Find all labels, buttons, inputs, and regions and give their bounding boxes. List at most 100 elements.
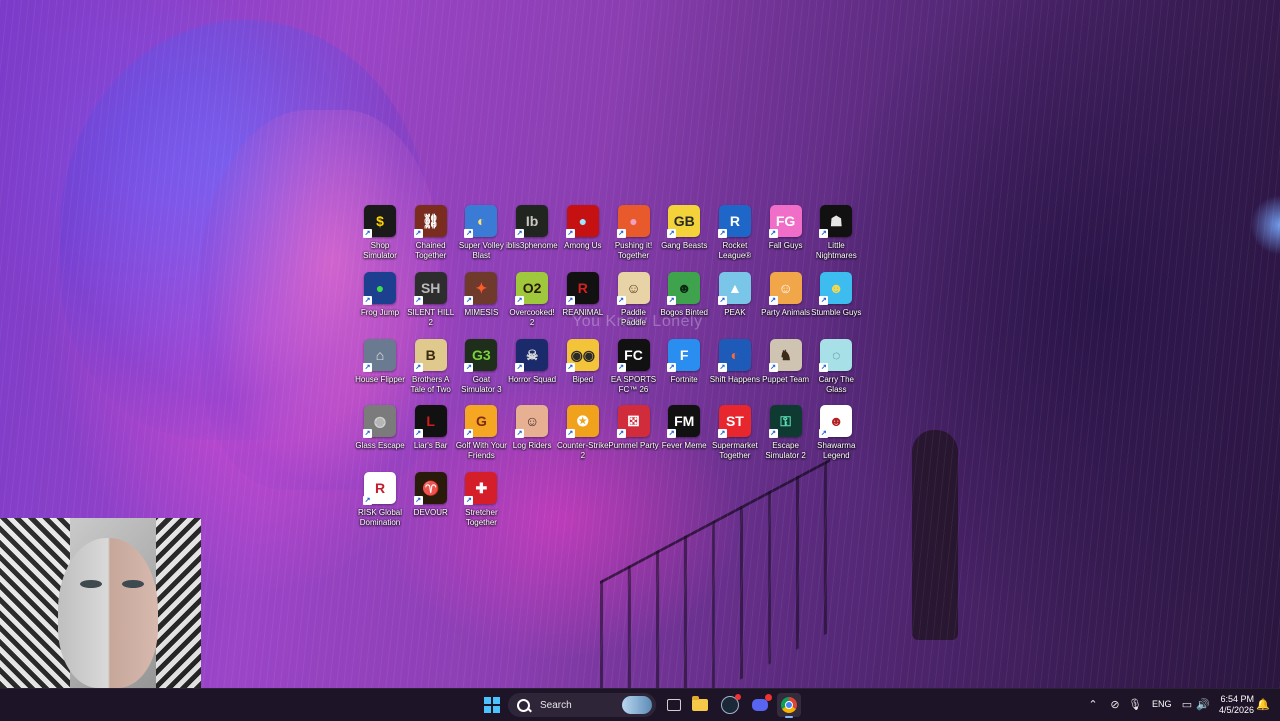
desktop-icon[interactable]: ● ↗ Frog Jump <box>354 271 406 318</box>
shortcut-arrow-icon: ↗ <box>616 362 626 372</box>
fortnite-icon: F ↗ <box>667 338 701 372</box>
shortcut-arrow-icon: ↗ <box>363 496 372 506</box>
dog-icon: ☺ ↗ <box>768 271 802 305</box>
desktop-icon[interactable]: ☻ ↗ Shawarma Legend <box>810 405 862 461</box>
webcam-eye-left <box>80 580 102 588</box>
shortcut-arrow-icon: ↗ <box>515 362 525 372</box>
desktop-icon-label: Golf With Your Friends <box>455 441 507 461</box>
desktop-icon[interactable]: G ↗ Golf With Your Friends <box>455 405 507 461</box>
desktop-icon-label: Counter-Strike 2 <box>557 441 609 461</box>
rocket-league-icon: R ↗ <box>717 205 751 238</box>
shortcut-arrow-icon: ↗ <box>464 295 474 305</box>
fall-guys-icon: FG ↗ <box>768 205 802 238</box>
shortcut-arrow-icon: ↗ <box>363 295 372 305</box>
shortcut-arrow-icon: ↗ <box>413 429 423 439</box>
desktop-icon[interactable]: O2 ↗ Overcooked! 2 <box>506 271 558 328</box>
microphone-icon[interactable]: 🎙 <box>1128 698 1142 712</box>
shortcut-arrow-icon: ↗ <box>565 429 575 439</box>
desktop-icon[interactable]: B↗Brothers A Tale of Two Sons <box>405 338 457 395</box>
desktop-icon[interactable]: F ↗ Fortnite <box>658 338 710 385</box>
desktop-icon[interactable]: ● ↗ Pushing it! Together <box>608 205 660 261</box>
devour-icon: ♈ ↗ <box>413 472 447 506</box>
desktop-icon[interactable]: ◌ ↗ Carry The Glass <box>810 338 862 395</box>
volume-icon[interactable]: 🔊 <box>1196 698 1210 712</box>
desktop-icon[interactable]: ☺ ↗ Paddle Paddle <box>608 271 660 328</box>
desktop-icon-label: Super Volley Blast <box>458 241 504 260</box>
crewmate-icon: ● ↗ <box>565 205 599 238</box>
desktop-icon[interactable]: FG ↗ Fall Guys <box>760 205 812 251</box>
desktop-icon[interactable]: ✪ ↗ Counter-Strike 2 <box>557 405 609 461</box>
show-hidden-icons-chevron-icon[interactable]: ⌃ <box>1086 698 1100 712</box>
desktop-icon[interactable]: ♞ ↗ Puppet Team <box>760 338 812 385</box>
desktop-icon[interactable]: SH ↗ SILENT HILL 2 <box>405 271 457 328</box>
task-view-button[interactable] <box>662 693 686 717</box>
desktop-icon[interactable]: ⌂ ↗ House Flipper <box>354 338 406 385</box>
desktop-icon-label: MIMESIS <box>464 307 499 317</box>
desktop-icon[interactable]: ☺ ↗ Party Animals <box>760 271 812 318</box>
desktop-icon[interactable]: R ↗ RISK Global Domination <box>354 472 406 528</box>
desktop-icon[interactable]: $ ↗ Shop Simulator <box>354 205 406 261</box>
file-explorer-button[interactable] <box>688 693 712 717</box>
desktop-icon[interactable]: ● ↗ Among Us <box>557 205 609 251</box>
desktop-icon[interactable]: FC ↗ EA SPORTS FC™ 26 <box>608 338 660 395</box>
system-clock[interactable]: 6:54 PM 4/5/2026 <box>1214 694 1254 716</box>
network-off-icon[interactable]: ⊘ <box>1108 698 1122 712</box>
desktop-icon[interactable]: ☺ ↗ Log Riders <box>506 405 558 451</box>
golf-icon: G ↗ <box>464 405 498 439</box>
network-icon[interactable]: ▭ <box>1180 698 1194 712</box>
desktop-icon[interactable]: Ib↗ iblis3phenomenon <box>506 205 558 251</box>
desktop-icon-label: Party Animals <box>761 307 811 317</box>
desktop-icon[interactable]: ◐ ↗ Super Volley Blast <box>455 205 507 261</box>
desktop-icon[interactable]: ✚ ↗ Stretcher Together <box>455 472 507 528</box>
desktop-icon[interactable]: ☻ ↗ Bogos Binted <box>658 271 710 318</box>
chrome-icon <box>781 697 797 713</box>
mimesis-icon: ✦ ↗ <box>464 271 498 305</box>
desktop-icon[interactable]: ▲ ↗ PEAK <box>709 271 761 318</box>
desktop-icon-label: Carry The Glass <box>818 374 854 394</box>
desktop-icon[interactable]: ◍ ↗ Glass Escape <box>354 405 406 451</box>
language-indicator[interactable]: ENG <box>1152 699 1172 709</box>
desktop-icon[interactable]: R ↗ REANIMAL <box>557 271 609 318</box>
desktop-icon[interactable]: ☻ ↗ Stumble Guys <box>810 271 862 318</box>
desktop-icon[interactable]: ST ↗ Supermarket Together <box>709 405 761 461</box>
desktop-icon-label: DEVOUR <box>413 508 448 518</box>
desktop-icon[interactable]: ♈ ↗ DEVOUR <box>405 472 457 518</box>
shortcut-arrow-icon: ↗ <box>717 362 727 372</box>
desktop-icon[interactable]: GB ↗ Gang Beasts <box>658 205 710 251</box>
steam-button[interactable] <box>718 693 742 717</box>
shortcut-arrow-icon: ↗ <box>363 229 372 238</box>
notification-bell-icon[interactable]: 🔔 <box>1256 698 1270 712</box>
start-button[interactable] <box>480 693 504 717</box>
desktop-icon[interactable]: L ↗ Liar's Bar <box>405 405 457 451</box>
notification-badge <box>765 694 772 701</box>
desktop-icon[interactable]: R ↗ Rocket League® <box>709 205 761 261</box>
desktop-icon-label: Log Riders <box>512 441 552 451</box>
shortcut-arrow-icon: ↗ <box>768 429 778 439</box>
notification-badge <box>735 694 741 700</box>
desktop-icon[interactable]: ⛓ ↗ Chained Together <box>405 205 457 261</box>
desktop-icon[interactable]: G3 ↗ Goat Simulator 3 <box>455 338 507 395</box>
desktop-icon[interactable]: FM ↗ Fever Meme <box>658 405 710 451</box>
shortcut-arrow-icon: ↗ <box>768 295 778 305</box>
desktop-icon-label: Brothers A Tale of Two Sons <box>410 374 451 394</box>
desktop-icon-label: Shift Happens <box>709 374 761 384</box>
desktop-icon[interactable]: ☗ ↗ Little Nightmares <box>810 205 862 261</box>
active-app-indicator <box>785 716 793 718</box>
discord-button[interactable] <box>748 693 772 717</box>
silent-hill-icon: SH ↗ <box>413 271 447 305</box>
desktop-icon[interactable]: ⚄ ↗ Pummel Party <box>608 405 660 451</box>
desktop-icon[interactable]: ☠ ↗ Horror Squad <box>506 338 558 385</box>
frog-icon: ● ↗ <box>363 271 396 305</box>
shortcut-arrow-icon: ↗ <box>819 295 829 305</box>
desktop-icon[interactable]: ⚿ ↗ Escape Simulator 2 <box>760 405 812 461</box>
desktop-icon[interactable]: ◉◉ ↗ Biped <box>557 338 609 385</box>
desktop-icon[interactable]: ◐ ↗ Shift Happens <box>709 338 761 385</box>
taskbar-search-box[interactable]: Search <box>508 693 656 717</box>
desktop-icon-label: Pummel Party <box>608 441 659 451</box>
webcam-scarf-right <box>156 518 201 688</box>
task-view-icon <box>667 699 681 711</box>
desktop-icon-label: Bogos Binted <box>660 307 708 317</box>
shortcut-arrow-icon: ↗ <box>616 429 626 439</box>
desktop-icon[interactable]: ✦ ↗ MIMESIS <box>455 271 507 318</box>
chrome-button[interactable] <box>777 693 801 718</box>
